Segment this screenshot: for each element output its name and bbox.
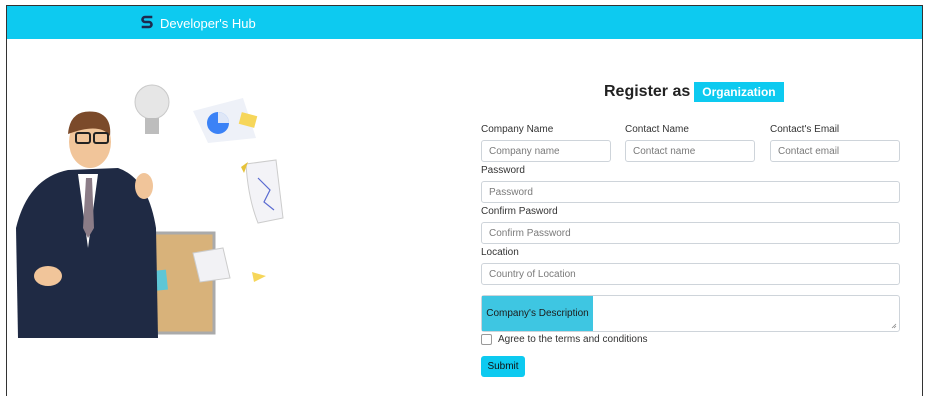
resize-grip-icon[interactable] [891,323,897,329]
location-input[interactable] [481,263,900,285]
role-badge: Organization [694,82,784,102]
password-label: Password [481,165,525,176]
title-prefix: Register as [604,83,691,100]
company-name-label: Company Name [481,124,554,135]
company-name-input[interactable] [481,140,611,162]
description-textarea[interactable]: Company's Description [481,295,900,332]
password-input[interactable] [481,181,900,203]
navbar: Developer's Hub [7,6,922,39]
submit-button[interactable]: Submit [481,356,525,377]
terms-label: Agree to the terms and conditions [498,334,648,345]
s-logo-icon [141,15,153,29]
brand-link[interactable]: Developer's Hub [140,14,256,32]
terms-row: Agree to the terms and conditions [481,334,648,345]
confirm-password-label: Confirm Pasword [481,206,558,217]
brand-name: Developer's Hub [160,15,256,31]
contact-email-input[interactable] [770,140,900,162]
location-label: Location [481,247,519,258]
contact-name-input[interactable] [625,140,755,162]
contact-email-label: Contact's Email [770,124,840,135]
confirm-password-input[interactable] [481,222,900,244]
businessman-illustration [16,84,284,338]
description-tag: Company's Description [482,296,593,331]
page-title: Register as Organization [604,82,784,102]
contact-name-label: Contact Name [625,124,689,135]
terms-checkbox[interactable] [481,334,492,345]
